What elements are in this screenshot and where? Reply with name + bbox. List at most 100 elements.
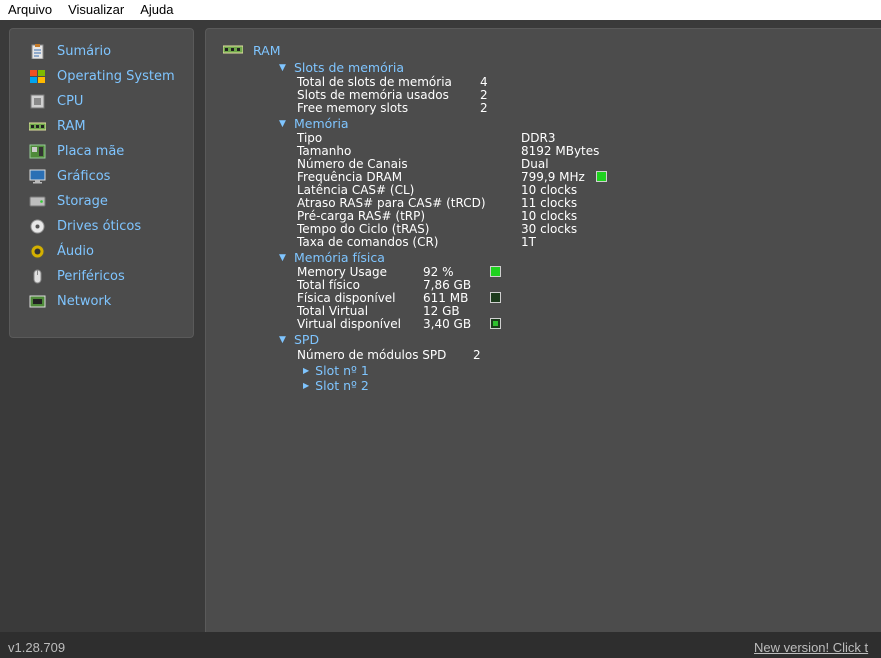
row-key: Tipo [297, 130, 323, 145]
chevron-down-icon: ▼ [279, 334, 286, 345]
menu-visualizar[interactable]: Visualizar [60, 0, 132, 20]
cpu-icon [28, 94, 46, 110]
optical-disc-icon [28, 219, 46, 235]
ram-icon [222, 43, 244, 58]
section-header-spd[interactable]: ▼ SPD [279, 332, 881, 347]
menu-arquivo[interactable]: Arquivo [0, 0, 60, 20]
sidebar-item-label: Gráficos [57, 169, 111, 184]
row-value: 30 clocks [521, 221, 578, 236]
summary-icon [28, 44, 46, 60]
status-indicator [490, 318, 501, 329]
sidebar-item-operating-system[interactable]: Operating System [10, 64, 193, 89]
row-key: Frequência DRAM [297, 169, 403, 184]
info-row: Pré-carga RAS# (tRP) 10 clocks [297, 209, 881, 223]
page-title: RAM [222, 42, 881, 58]
row-key: Memory Usage [297, 264, 388, 279]
spd-slot-2[interactable]: ▶ Slot nº 2 [303, 378, 881, 393]
sidebar-item-placa-mae[interactable]: Placa mãe [10, 139, 193, 164]
chevron-right-icon: ▶ [303, 381, 310, 390]
row-value: 2 [473, 348, 481, 362]
sidebar-item-perifericos[interactable]: Periféricos [10, 264, 193, 289]
info-row: Total físico 7,86 GB [297, 277, 881, 292]
chevron-right-icon: ▶ [303, 366, 310, 375]
motherboard-icon [28, 144, 46, 160]
page-title-text: RAM [253, 42, 281, 58]
version-label: v1.28.709 [8, 640, 66, 655]
row-key: Número de Canais [297, 156, 408, 171]
row-key: Tempo do Ciclo (tRAS) [297, 221, 430, 236]
row-value: 2 [480, 100, 488, 115]
new-version-link[interactable]: New version! Click t [754, 640, 868, 655]
sidebar-item-storage[interactable]: Storage [10, 189, 193, 214]
row-key: Atraso RAS# para CAS# (tRCD) [297, 195, 486, 210]
row-value: 2 [480, 87, 488, 102]
info-row: Física disponível 611 MB [297, 290, 881, 305]
info-row: Número de Canais Dual [297, 156, 881, 171]
sidebar-item-graficos[interactable]: Gráficos [10, 164, 193, 189]
hard-drive-icon [28, 194, 46, 210]
section-title: Memória [294, 116, 349, 131]
info-row: Número de módulos SPD 2 [297, 347, 881, 363]
menu-ajuda[interactable]: Ajuda [132, 0, 181, 20]
sidebar-item-sumario[interactable]: Sumário [10, 39, 193, 64]
sidebar-item-label: Operating System [57, 69, 175, 84]
row-value: 611 MB [423, 290, 469, 305]
chevron-down-icon: ▼ [279, 62, 286, 73]
row-key: Latência CAS# (CL) [297, 182, 415, 197]
status-indicator [490, 292, 501, 303]
row-value: 4 [480, 74, 488, 89]
row-value: 12 GB [423, 303, 460, 318]
ram-icon [28, 119, 46, 135]
network-icon [28, 294, 46, 310]
row-value: Dual [521, 156, 549, 171]
info-row: Tamanho 8192 MBytes [297, 144, 881, 158]
windows-icon [28, 69, 46, 85]
sidebar-item-cpu[interactable]: CPU [10, 89, 193, 114]
chevron-down-icon: ▼ [279, 252, 286, 263]
sidebar-item-network[interactable]: Network [10, 289, 193, 314]
section-slots: ▼ Slots de memória Total de slots de mem… [279, 60, 881, 115]
main-panel: RAM ▼ Slots de memória Total de slots de… [205, 28, 881, 640]
menu-bar: Arquivo Visualizar Ajuda [0, 0, 881, 20]
row-key: Taxa de comandos (CR) [297, 234, 439, 249]
sidebar-item-label: Periféricos [57, 269, 125, 284]
sidebar-item-drives-oticos[interactable]: Drives óticos [10, 214, 193, 239]
chevron-down-icon: ▼ [279, 118, 286, 129]
row-key: Número de módulos SPD [297, 348, 447, 362]
mouse-icon [28, 269, 46, 285]
monitor-icon [28, 169, 46, 185]
sidebar-item-label: CPU [57, 94, 84, 109]
row-key: Free memory slots [297, 100, 409, 115]
row-value: 1T [521, 234, 536, 249]
info-row: Slots de memória usados 2 [297, 87, 881, 102]
section-header-slots[interactable]: ▼ Slots de memória [279, 60, 881, 75]
slot-label: Slot nº 1 [315, 363, 369, 378]
sidebar-item-label: Sumário [57, 44, 112, 59]
sidebar-item-ram[interactable]: RAM [10, 114, 193, 139]
info-row: Atraso RAS# para CAS# (tRCD) 11 clocks [297, 195, 881, 210]
sidebar-item-label: Placa mãe [57, 144, 125, 159]
section-memoria: ▼ Memória Tipo DDR3 Tamanho 8192 MBytes Nú… [279, 116, 881, 249]
row-value: 92 % [423, 264, 454, 279]
info-row: Tipo DDR3 [297, 130, 881, 145]
sidebar-item-label: Drives óticos [57, 219, 142, 234]
section-spd: ▼ SPD Número de módulos SPD 2 ▶ Slot nº 1… [279, 332, 881, 393]
info-row: Memory Usage 92 % [297, 264, 881, 279]
status-bar: v1.28.709 New version! Click t [0, 632, 881, 658]
row-value: 3,40 GB [423, 316, 472, 331]
spd-slot-1[interactable]: ▶ Slot nº 1 [303, 363, 881, 378]
sidebar-item-label: RAM [57, 119, 86, 134]
row-key: Virtual disponível [297, 316, 401, 331]
row-key: Total físico [297, 277, 360, 292]
speaker-icon [28, 244, 46, 260]
section-header-memoria[interactable]: ▼ Memória [279, 116, 881, 131]
sidebar-item-audio[interactable]: Áudio [10, 239, 193, 264]
row-key: Total de slots de memória [297, 74, 452, 89]
section-memoria-fisica: ▼ Memória física Memory Usage 92 % Total … [279, 250, 881, 331]
section-header-memoria-fisica[interactable]: ▼ Memória física [279, 250, 881, 265]
row-value: 799,9 MHz [521, 169, 585, 184]
sidebar-item-label: Áudio [57, 244, 94, 259]
info-row: Taxa de comandos (CR) 1T [297, 234, 881, 249]
row-key: Total Virtual [297, 303, 369, 318]
row-key: Física disponível [297, 290, 396, 305]
